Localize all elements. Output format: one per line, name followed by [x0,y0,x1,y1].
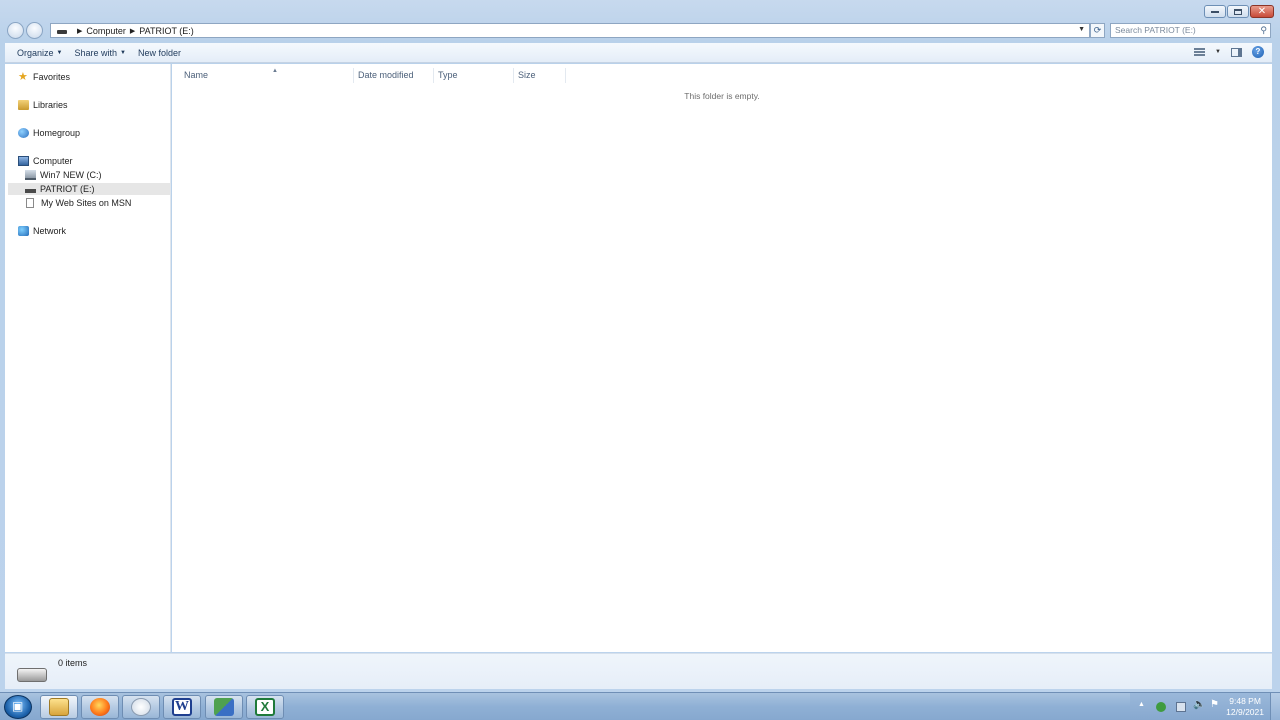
taskbar: W X ▲ 🔈 ⚑ 9:48 PM 12/9/2021 [0,692,1280,720]
taskbar-excel-button[interactable]: X [246,695,284,719]
help-icon[interactable]: ? [1252,46,1264,58]
nav-my-web-sites[interactable]: My Web Sites on MSN [26,197,131,209]
address-row: ▶ Computer ▶ PATRIOT (E:) ▼ ⟳ Search PAT… [0,20,1280,42]
search-placeholder: Search PATRIOT (E:) [1115,25,1196,35]
explorer-icon [49,698,69,716]
views-dropdown-icon[interactable]: ▼ [1215,49,1221,55]
page-icon [26,198,34,208]
network-icon [18,226,29,236]
taskbar-paint-button[interactable] [122,695,160,719]
maximize-button[interactable] [1227,5,1249,18]
column-type[interactable]: Type [434,68,514,83]
volume-icon[interactable]: 🔈 [1193,699,1205,710]
minimize-icon [1211,10,1219,13]
column-date-modified[interactable]: Date modified [354,68,434,83]
address-bar[interactable]: ▶ Computer ▶ PATRIOT (E:) ▼ [50,23,1090,38]
minimize-button[interactable] [1204,5,1226,18]
views-icon[interactable] [1194,48,1206,56]
chevron-right-icon[interactable]: ▶ [77,27,82,35]
close-icon: ✕ [1257,5,1267,17]
address-dropdown-icon[interactable]: ▼ [1078,26,1085,33]
nav-network-label: Network [33,226,67,236]
nav-drive-c[interactable]: Win7 NEW (C:) [25,169,102,181]
details-pane: 0 items [5,653,1272,689]
computer-icon [18,156,29,166]
nav-drive-e-label: PATRIOT (E:) [40,184,95,194]
column-type-label: Type [438,70,458,80]
excel-icon: X [255,698,275,716]
nav-favorites-label: Favorites [33,72,71,82]
homegroup-icon [18,128,29,138]
usb-drive-icon [17,668,47,682]
network-tray-icon[interactable] [1176,702,1186,712]
column-size[interactable]: Size [514,68,566,83]
usb-drive-icon [25,189,36,193]
new-folder-label: New folder [137,47,181,58]
search-icon[interactable]: ⚲ [1260,24,1267,37]
chevron-down-icon: ▼ [56,49,63,56]
app-icon [214,698,234,716]
chevron-down-icon: ▼ [120,49,126,56]
file-list[interactable]: ▲ Name Date modified Type Size This fold… [172,64,1272,652]
nav-computer-label: Computer [33,156,73,166]
refresh-button[interactable]: ⟳ [1090,23,1105,38]
column-name-label: Name [184,70,209,80]
nav-computer[interactable]: Computer [18,155,73,167]
library-icon [18,100,29,110]
chevron-right-icon[interactable]: ▶ [130,27,135,35]
start-button[interactable] [4,695,32,719]
command-bar: Organize ▼ Share with ▼ New folder ▼ ? [5,43,1272,63]
nav-homegroup[interactable]: Homegroup [18,127,80,139]
nav-drive-e[interactable]: PATRIOT (E:) [8,183,170,195]
empty-folder-message: This folder is empty. [684,91,760,101]
preview-pane-icon[interactable] [1231,47,1242,57]
paint-icon [131,698,151,716]
star-icon: ★ [18,71,28,83]
nav-libraries-label: Libraries [33,100,68,110]
item-count: 0 items [58,658,88,668]
navigation-pane: ★ Favorites Libraries Homegroup Computer… [5,64,171,652]
taskbar-app-button[interactable] [205,695,243,719]
search-input[interactable]: Search PATRIOT (E:) ⚲ [1110,23,1271,38]
toolbar-right: ▼ ? [1194,46,1264,58]
organize-label: Organize [17,47,54,58]
taskbar-explorer-button[interactable] [40,695,78,719]
nav-drive-c-label: Win7 NEW (C:) [40,170,102,180]
system-tray: ▲ 🔈 ⚑ 9:48 PM 12/9/2021 [1130,693,1280,720]
share-with-label: Share with [74,47,118,58]
maximize-icon [1234,8,1242,15]
organize-button[interactable]: Organize ▼ [17,48,62,58]
hard-drive-icon [25,170,36,180]
breadcrumb-computer[interactable]: Computer [86,26,126,36]
nav-favorites[interactable]: ★ Favorites [18,71,70,83]
explorer-window: ✕ ▶ Computer ▶ PATRIOT (E:) ▼ ⟳ Search P… [0,0,1280,692]
share-with-button[interactable]: Share with ▼ [74,48,125,58]
nav-libraries[interactable]: Libraries [18,99,68,111]
column-size-label: Size [518,70,536,80]
security-icon[interactable] [1156,702,1166,712]
show-desktop-button[interactable] [1270,693,1280,720]
new-folder-button[interactable]: New folder [138,48,181,58]
clock[interactable]: 9:48 PM 12/9/2021 [1226,696,1264,718]
nav-my-web-sites-label: My Web Sites on MSN [41,198,132,208]
breadcrumb-patriot[interactable]: PATRIOT (E:) [139,26,194,36]
taskbar-word-button[interactable]: W [163,695,201,719]
action-center-flag-icon[interactable]: ⚑ [1210,699,1220,710]
forward-button[interactable] [26,22,43,39]
show-hidden-icons-icon[interactable]: ▲ [1138,701,1148,711]
caption-buttons: ✕ [1204,5,1274,18]
nav-homegroup-label: Homegroup [33,128,81,138]
clock-date: 12/9/2021 [1226,707,1264,717]
taskbar-firefox-button[interactable] [81,695,119,719]
column-date-label: Date modified [358,70,414,80]
clock-time: 9:48 PM [1229,696,1261,706]
column-name[interactable]: ▲ Name [180,68,354,83]
nav-network[interactable]: Network [18,225,66,237]
back-button[interactable] [7,22,24,39]
sort-ascending-icon: ▲ [272,68,278,74]
word-icon: W [172,698,192,716]
close-button[interactable]: ✕ [1250,5,1274,18]
firefox-icon [90,698,110,716]
drive-icon [57,30,67,34]
